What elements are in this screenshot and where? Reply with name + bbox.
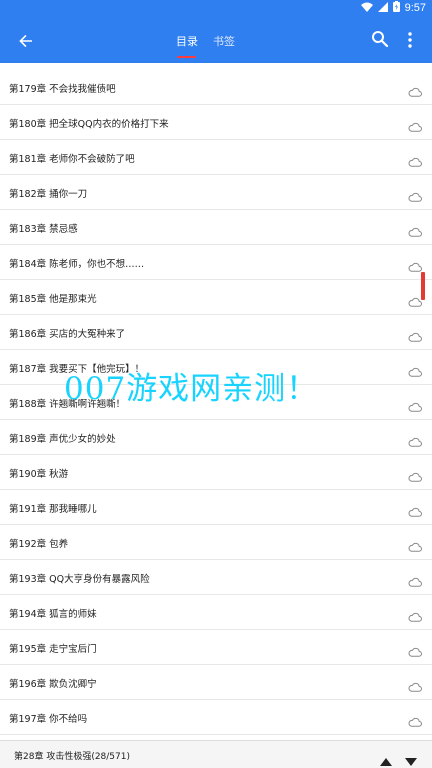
tab-indicator — [177, 56, 196, 58]
chapter-row[interactable]: 第184章 陈老师，你也不想…… — [0, 245, 432, 280]
chapter-row[interactable]: 第193章 QQ大亨身份有暴露风险 — [0, 560, 432, 595]
watermark-text: 007游戏网亲测！ — [64, 371, 319, 407]
chapter-row[interactable]: 第190章 秋游 — [0, 455, 432, 490]
cloud-icon — [408, 152, 422, 167]
chapter-row[interactable]: 第189章 声优少女的妙处 — [0, 420, 432, 455]
cloud-icon — [408, 397, 422, 412]
more-vert-icon — [408, 32, 412, 48]
search-button[interactable] — [371, 30, 389, 48]
chapter-title: 第183章 禁忌感 — [9, 224, 78, 235]
chapter-row[interactable]: 第196章 欺负沈卿宁 — [0, 665, 432, 700]
cloud-icon — [408, 607, 422, 622]
scroll-up-button[interactable] — [380, 751, 392, 766]
cloud-icon — [408, 537, 422, 552]
chapter-row[interactable]: 第192章 包养 — [0, 525, 432, 560]
signal-icon — [377, 1, 388, 15]
chapter-row[interactable]: 第180章 把全球QQ内衣的价格打下来 — [0, 105, 432, 140]
chapter-title: 第196章 欺负沈卿宁 — [9, 679, 97, 690]
cloud-icon — [408, 327, 422, 342]
chapter-row[interactable]: 第179章 不会找我催债吧 — [0, 70, 432, 105]
chapter-row[interactable]: 第181章 老师你不会破防了吧 — [0, 140, 432, 175]
cloud-icon — [408, 222, 422, 237]
scroll-down-button[interactable] — [405, 751, 417, 766]
cloud-icon — [408, 362, 422, 377]
tab-bar: 目录 书签 — [0, 18, 432, 63]
chapter-row[interactable]: 第191章 那我睡哪儿 — [0, 490, 432, 525]
chapter-row[interactable]: 第183章 禁忌感 — [0, 210, 432, 245]
chapter-row[interactable]: 第182章 捅你一刀 — [0, 175, 432, 210]
status-icons: 9:57 — [360, 1, 426, 15]
cloud-icon — [408, 642, 422, 657]
current-chapter-status: 第28章 攻击性极强(28/571) — [14, 752, 130, 762]
cloud-icon — [408, 677, 422, 692]
more-options-button[interactable] — [404, 30, 416, 50]
tab-toc[interactable]: 目录 — [176, 33, 198, 49]
scrollbar-thumb[interactable] — [421, 272, 425, 300]
cloud-icon — [408, 572, 422, 587]
arrow-down-icon — [405, 758, 417, 766]
chapter-title: 第193章 QQ大亨身份有暴露风险 — [9, 574, 150, 585]
cloud-icon — [408, 467, 422, 482]
app-bar: 目录 书签 — [0, 18, 432, 63]
search-icon — [372, 31, 389, 48]
chapter-title: 第195章 走宁宝后门 — [9, 644, 97, 655]
chapter-title: 第191章 那我睡哪儿 — [9, 504, 97, 515]
cloud-icon — [408, 292, 422, 307]
chapter-row[interactable]: 第197章 你不给吗 — [0, 700, 432, 735]
status-time: 9:57 — [404, 2, 426, 14]
chapter-row[interactable]: 第195章 走宁宝后门 — [0, 630, 432, 665]
chapter-title: 第180章 把全球QQ内衣的价格打下来 — [9, 119, 169, 130]
cloud-icon — [408, 712, 422, 727]
chapter-title: 第189章 声优少女的妙处 — [9, 434, 116, 445]
cloud-icon — [408, 502, 422, 517]
cloud-icon — [408, 432, 422, 447]
tab-bookmarks[interactable]: 书签 — [213, 33, 235, 49]
chapter-row[interactable]: 第185章 他是那束光 — [0, 280, 432, 315]
chapter-title: 第190章 秋游 — [9, 469, 69, 480]
chapter-title: 第179章 不会找我催债吧 — [9, 84, 116, 95]
chapter-title: 第182章 捅你一刀 — [9, 189, 88, 200]
chapter-title: 第185章 他是那束光 — [9, 294, 97, 305]
cloud-icon — [408, 117, 422, 132]
chapter-title: 第197章 你不给吗 — [9, 714, 88, 725]
battery-icon — [392, 1, 400, 15]
chapter-row[interactable]: 第186章 买店的大冤种来了 — [0, 315, 432, 350]
arrow-up-icon — [380, 758, 392, 766]
cloud-icon — [408, 257, 422, 272]
chapter-title: 第194章 狐言的师妹 — [9, 609, 97, 620]
status-bar: 9:57 — [0, 0, 432, 18]
cloud-icon — [408, 82, 422, 97]
chapter-title: 第184章 陈老师，你也不想…… — [9, 259, 145, 270]
cloud-icon — [408, 187, 422, 202]
chapter-row[interactable]: 第194章 狐言的师妹 — [0, 595, 432, 630]
chapter-title: 第181章 老师你不会破防了吧 — [9, 154, 135, 165]
bottom-bar: 第28章 攻击性极强(28/571) — [0, 740, 432, 768]
wifi-icon — [360, 2, 373, 15]
chapter-title: 第192章 包养 — [9, 539, 69, 550]
chapter-title: 第186章 买店的大冤种来了 — [9, 329, 126, 340]
